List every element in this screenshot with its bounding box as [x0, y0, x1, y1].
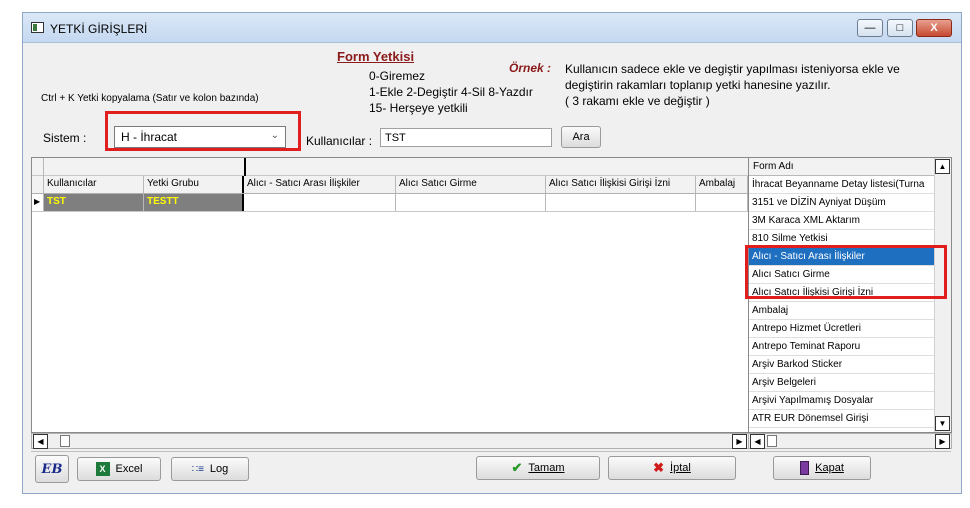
- example-line-3: ( 3 rakamı ekle ve değiştir ): [565, 94, 710, 108]
- window-app-icon: [31, 22, 44, 33]
- scroll-up-icon[interactable]: ▲: [935, 159, 950, 174]
- code-line-1: 0-Giremez: [369, 69, 426, 83]
- table-row[interactable]: ▶ TST TESTT: [32, 194, 748, 212]
- tamam-label: Tamam: [528, 462, 565, 474]
- copy-hint-text: Ctrl + K Yetki kopyalama (Satır ve kolon…: [41, 93, 259, 104]
- cell-user[interactable]: TST: [44, 194, 144, 211]
- window-title: YETKİ GİRİŞLERİ: [50, 22, 148, 36]
- example-line-1: Kullanıcın sadece ekle ve degiştir yapıl…: [565, 62, 900, 76]
- col-header-kullanicilar[interactable]: Kullanıcılar: [44, 176, 144, 193]
- cell-perm[interactable]: [546, 194, 696, 211]
- scroll-left-icon[interactable]: ◀: [750, 434, 765, 449]
- cell-perm[interactable]: [396, 194, 546, 211]
- grid-header-band: [32, 158, 748, 176]
- maximize-button[interactable]: □: [887, 19, 913, 37]
- grid-column-headers: Kullanıcılar Yetki Grubu Alıcı - Satıcı …: [32, 176, 748, 194]
- scroll-right-icon[interactable]: ▶: [732, 434, 747, 449]
- list-item[interactable]: Arşiv Belgeleri: [749, 374, 935, 392]
- col-header-ambalaj[interactable]: Ambalaj: [696, 176, 748, 193]
- iptal-button[interactable]: ✖ İptal: [608, 456, 736, 480]
- log-icon: ∷≡: [191, 463, 204, 475]
- log-button[interactable]: ∷≡ Log: [171, 457, 249, 481]
- col-header-alici-satici-arasi[interactable]: Alıcı - Satıcı Arası İlişkiler: [244, 176, 396, 193]
- list-item[interactable]: Ambalaj: [749, 302, 935, 320]
- toolbar-divider: [31, 451, 951, 452]
- title-bar: YETKİ GİRİŞLERİ — □ X: [23, 13, 961, 43]
- excel-button[interactable]: X Excel: [77, 457, 161, 481]
- list-item[interactable]: ATR EUR Dönemsel Girişi: [749, 410, 935, 428]
- kapat-button[interactable]: Kapat: [773, 456, 871, 480]
- permissions-grid[interactable]: Kullanıcılar Yetki Grubu Alıcı - Satıcı …: [31, 157, 749, 433]
- minimize-button[interactable]: —: [857, 19, 883, 37]
- ornek-label: Örnek :: [509, 61, 552, 75]
- excel-label: Excel: [115, 463, 143, 475]
- code-line-3: 15- Herşeye yetkili: [369, 101, 468, 115]
- list-item[interactable]: İhracat Beyanname Detay listesi(Turna: [749, 176, 935, 194]
- scroll-down-icon[interactable]: ▼: [935, 416, 950, 431]
- close-button[interactable]: X: [916, 19, 952, 37]
- scroll-thumb[interactable]: [60, 435, 70, 447]
- grid-horizontal-scrollbar[interactable]: ◀ ▶: [31, 433, 749, 449]
- highlight-list-box: [745, 245, 947, 299]
- example-line-2: degiştirin rakamları toplanıp yetki hane…: [565, 78, 831, 92]
- sistem-label: Sistem :: [43, 131, 87, 145]
- col-header-alici-satici-iliskisi[interactable]: Alıcı Satıcı İlişkisi Girişi İzni: [546, 176, 696, 193]
- code-line-2: 1-Ekle 2-Degiştir 4-Sil 8-Yazdır: [369, 85, 533, 99]
- list-item[interactable]: Arşivi Yapılmamış Dosyalar: [749, 392, 935, 410]
- door-exit-icon: [800, 461, 810, 475]
- cell-perm[interactable]: [696, 194, 748, 211]
- eb-logo-button[interactable]: EB: [35, 455, 69, 483]
- form-list-header: Form Adı: [749, 158, 935, 176]
- scroll-thumb[interactable]: [767, 435, 777, 447]
- cross-icon: ✖: [653, 460, 665, 475]
- list-item[interactable]: 3151 ve DİZİN Ayniyat Düşüm: [749, 194, 935, 212]
- cell-perm[interactable]: [244, 194, 396, 211]
- form-yetkisi-title: Form Yetkisi: [337, 49, 415, 64]
- col-header-alici-satici-girme[interactable]: Alıcı Satıcı Girme: [396, 176, 546, 193]
- eb-logo-icon: EB: [41, 461, 63, 477]
- row-pointer-icon: ▶: [32, 194, 44, 211]
- iptal-label: İptal: [670, 462, 691, 474]
- form-list-items: İhracat Beyanname Detay listesi(Turna 315…: [749, 176, 935, 428]
- excel-icon: X: [95, 462, 110, 476]
- col-header-yetki-grubu[interactable]: Yetki Grubu: [144, 176, 244, 193]
- scroll-right-icon[interactable]: ▶: [935, 434, 950, 449]
- scroll-left-icon[interactable]: ◀: [33, 434, 48, 449]
- tamam-button[interactable]: ✔ Tamam: [476, 456, 600, 480]
- kullanicilar-label: Kullanıcılar :: [306, 134, 373, 148]
- checkmark-icon: ✔: [511, 460, 523, 475]
- list-item[interactable]: 3M Karaca XML Aktarım: [749, 212, 935, 230]
- yetki-girisleri-window: YETKİ GİRİŞLERİ — □ X Form Yetkisi 0-Gir…: [22, 12, 962, 494]
- list-item[interactable]: Arşiv Barkod Sticker: [749, 356, 935, 374]
- list-item[interactable]: Antrepo Hizmet Ücretleri: [749, 320, 935, 338]
- log-label: Log: [209, 463, 229, 475]
- highlight-sistem-box: [105, 111, 301, 151]
- list-horizontal-scrollbar[interactable]: ◀ ▶: [748, 433, 952, 449]
- kullanicilar-input[interactable]: [380, 128, 552, 147]
- list-item[interactable]: Antrepo Teminat Raporu: [749, 338, 935, 356]
- cell-group[interactable]: TESTT: [144, 194, 244, 211]
- ara-button[interactable]: Ara: [561, 126, 601, 148]
- kapat-label: Kapat: [815, 462, 844, 474]
